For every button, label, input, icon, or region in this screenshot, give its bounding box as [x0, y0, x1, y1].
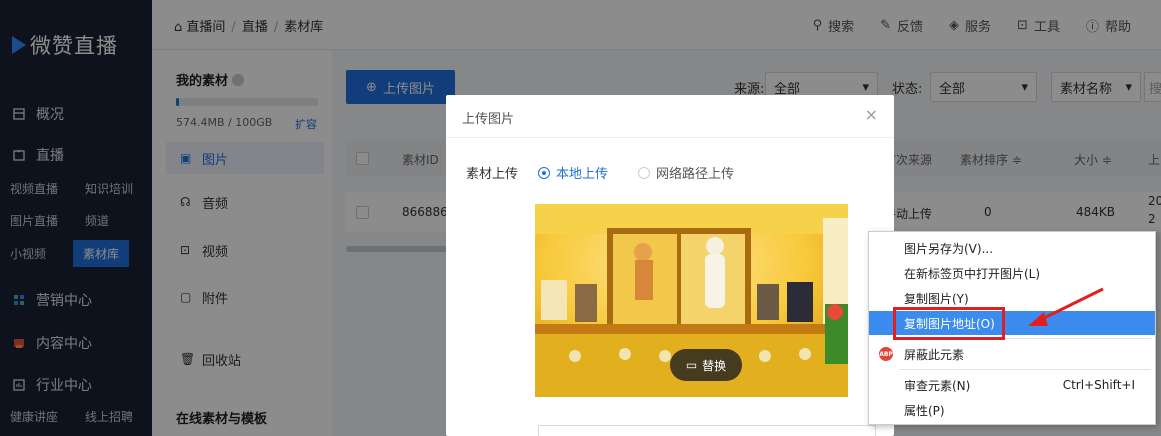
- divider: [446, 137, 894, 138]
- menu-inspect-element[interactable]: 审查元素(N) Ctrl+Shift+I: [869, 373, 1155, 397]
- radio-local-upload[interactable]: 本地上传: [538, 163, 608, 182]
- menu-save-image-as[interactable]: 图片另存为(V)...: [869, 236, 1155, 260]
- menu-block-element[interactable]: ABP 屏蔽此元素: [869, 342, 1155, 366]
- abp-badge-text: ABP: [879, 350, 893, 358]
- menu-label: 复制图片(Y): [904, 291, 969, 306]
- radio-dot: [538, 166, 550, 179]
- upload-field-label: 素材上传: [466, 167, 519, 182]
- material-name-input[interactable]: [538, 425, 876, 436]
- upload-image-dialog: 上传图片 × 素材上传 本地上传 网络路径上传 ▭ 替换: [446, 95, 894, 436]
- annotation-arrow-icon: [1028, 287, 1104, 326]
- menu-separator: [899, 369, 1151, 370]
- replace-image-button[interactable]: ▭ 替换: [670, 349, 742, 381]
- replace-label: 替换: [702, 358, 727, 373]
- annotation-highlight-box: [893, 307, 1005, 340]
- radio-url-upload[interactable]: 网络路径上传: [638, 163, 734, 182]
- dialog-title: 上传图片: [462, 112, 515, 127]
- menu-label: 图片另存为(V)...: [904, 241, 994, 256]
- folder-icon: ▭: [685, 358, 698, 372]
- close-icon[interactable]: ×: [865, 105, 878, 124]
- radio-label: 本地上传: [556, 167, 609, 182]
- menu-properties[interactable]: 属性(P): [869, 398, 1155, 422]
- menu-label: 屏蔽此元素: [904, 347, 965, 362]
- menu-shortcut: Ctrl+Shift+I: [1062, 378, 1135, 392]
- menu-label: 在新标签页中打开图片(L): [904, 266, 1041, 281]
- menu-label: 审查元素(N): [904, 378, 971, 393]
- radio-label: 网络路径上传: [656, 167, 735, 182]
- adblock-icon: ABP: [879, 347, 893, 361]
- menu-open-image-new-tab[interactable]: 在新标签页中打开图片(L): [869, 261, 1155, 285]
- radio-dot: [638, 166, 650, 179]
- menu-label: 属性(P): [904, 403, 945, 418]
